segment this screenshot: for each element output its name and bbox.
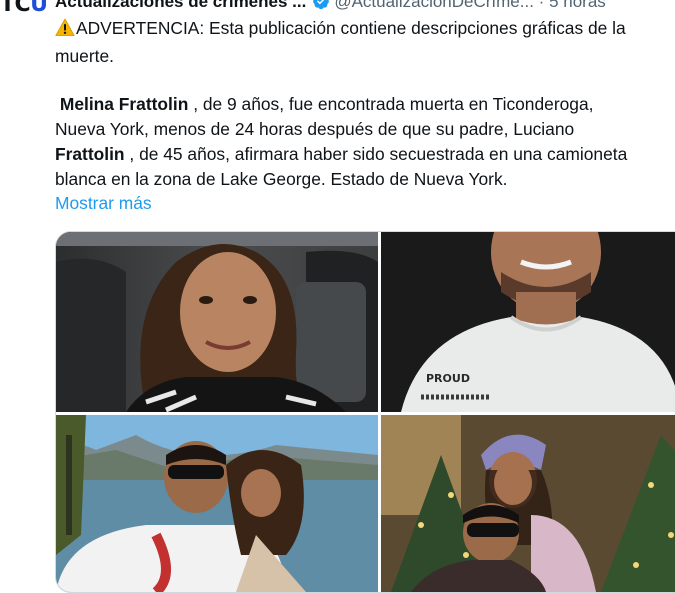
avatar[interactable]: TCU (0, 0, 48, 32)
story-line-4: blanca en la zona de Lake George. Estado… (55, 169, 508, 189)
father-name: Frattolin (55, 144, 125, 164)
author-display-name[interactable]: Actualizaciones de crímenes ... (55, 0, 306, 11)
story-line-2: Nueva York, menos de 24 horas después de… (55, 119, 575, 139)
story-text-c: , de 45 años, afirmara haber sido secues… (129, 144, 628, 164)
verified-badge-icon (312, 0, 330, 15)
separator-dot: · (538, 0, 545, 11)
story-text-a: , de 9 años, fue encontrada muerta en Ti… (193, 94, 594, 114)
story-line-1: Melina Frattolin , de 9 años, fue encont… (55, 92, 675, 117)
tweet-text: ADVERTENCIA: Esta publicación contiene d… (55, 16, 675, 192)
tweet-timestamp[interactable]: 5 horas (549, 0, 606, 11)
story-line-3: Frattolin , de 45 años, afirmara haber s… (55, 142, 675, 167)
warning-line: ADVERTENCIA: Esta publicación contiene d… (55, 16, 675, 44)
photo-father-daughter-lake[interactable] (56, 415, 378, 592)
photo-father-daughter-tree[interactable] (381, 415, 675, 592)
avatar-text-accent: U (30, 0, 48, 17)
photo-girl-in-car[interactable] (56, 232, 378, 412)
victim-name: Melina Frattolin (59, 94, 189, 114)
warning-icon (55, 18, 75, 44)
warning-text: ADVERTENCIA: Esta publicación contiene d… (76, 18, 626, 38)
avatar-text: TC (0, 0, 31, 17)
shirt-text: PROUD (426, 372, 470, 385)
tweet-header: Actualizaciones de crímenes ... @Actuali… (55, 0, 606, 14)
media-grid: PROUD (55, 231, 675, 593)
warning-line-2: muerte. (55, 46, 114, 66)
author-handle[interactable]: @ActualizaciónDeCríme... (334, 0, 534, 11)
photo-man-portrait[interactable]: PROUD (381, 232, 675, 412)
show-more-link[interactable]: Mostrar más (55, 191, 152, 216)
